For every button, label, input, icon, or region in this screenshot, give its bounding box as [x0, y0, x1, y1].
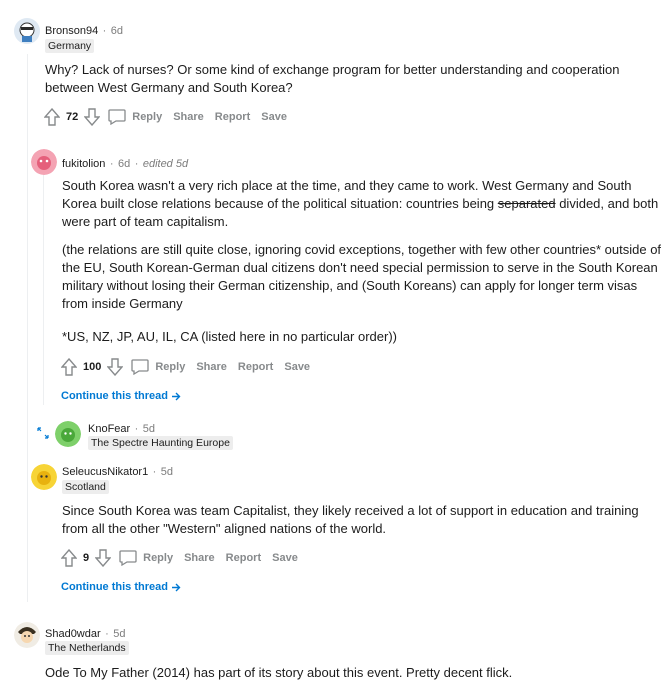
vote-score: 72: [66, 111, 79, 123]
username[interactable]: Bronson94: [45, 25, 98, 37]
comment-body: Why? Lack of nurses? Or some kind of exc…: [45, 62, 620, 95]
username[interactable]: Shad0wdar: [45, 628, 101, 640]
timestamp[interactable]: 5d: [143, 423, 155, 435]
user-flair: Scotland: [62, 480, 109, 494]
comment-bubble-icon: [119, 550, 137, 566]
thread-line[interactable]: [27, 54, 28, 602]
vote-score: 9: [83, 552, 90, 564]
user-flair: Germany: [45, 39, 95, 53]
comment-bubble-icon: [108, 109, 126, 125]
comment-bubble-icon: [131, 359, 150, 375]
comment-body: *US, NZ, JP, AU, IL, CA (listed here in …: [62, 329, 398, 344]
vote-score: 100: [83, 361, 102, 373]
reply-label: Reply: [155, 361, 186, 373]
reply-button[interactable]: Reply: [108, 109, 162, 125]
share-button[interactable]: Share: [184, 552, 215, 564]
upvote-icon[interactable]: [44, 108, 60, 126]
reply-label: Reply: [132, 111, 163, 123]
continue-thread-label: Continue this thread: [61, 390, 168, 402]
avatar[interactable]: [14, 18, 40, 44]
comment-actions: 9 Reply Share Report Save: [61, 548, 298, 568]
continue-thread-link[interactable]: Continue this thread: [61, 390, 181, 402]
avatar[interactable]: [14, 622, 40, 648]
separator: ·: [105, 628, 109, 640]
upvote-icon[interactable]: [61, 358, 77, 376]
comment-actions: 72 Reply Share Report Save: [44, 107, 287, 127]
separator: ·: [152, 466, 157, 478]
reply-button[interactable]: Reply: [119, 550, 173, 566]
arrow-right-icon: [172, 392, 181, 401]
comment-body: South Korea wasn't a very rich place at …: [62, 177, 662, 231]
upvote-icon[interactable]: [61, 549, 77, 567]
timestamp[interactable]: 6d: [118, 158, 130, 170]
edited-label: edited 5d: [142, 158, 189, 170]
downvote-icon[interactable]: [95, 549, 112, 567]
save-button[interactable]: Save: [284, 361, 310, 373]
timestamp[interactable]: 5d: [113, 628, 125, 640]
save-button[interactable]: Save: [261, 111, 287, 123]
avatar[interactable]: [31, 464, 57, 490]
downvote-icon[interactable]: [107, 358, 124, 376]
avatar[interactable]: [31, 149, 57, 175]
save-button[interactable]: Save: [272, 552, 298, 564]
strikethrough-text: separated: [497, 196, 556, 211]
downvote-icon[interactable]: [84, 108, 101, 126]
share-button[interactable]: Share: [196, 361, 227, 373]
continue-thread-label: Continue this thread: [61, 581, 168, 593]
user-flair: The Spectre Haunting Europe: [88, 436, 233, 450]
timestamp[interactable]: 5d: [161, 466, 173, 478]
share-button[interactable]: Share: [173, 111, 204, 123]
separator: ·: [134, 423, 139, 435]
separator: ·: [102, 25, 107, 37]
reply-button[interactable]: Reply: [131, 359, 185, 375]
thread-line[interactable]: [43, 175, 44, 405]
user-flair: The Netherlands: [45, 641, 129, 655]
report-button[interactable]: Report: [226, 552, 261, 564]
arrow-right-icon: [172, 583, 181, 592]
comment-body: Ode To My Father (2014) has part of its …: [45, 665, 513, 680]
separator: ·: [109, 158, 114, 170]
reply-label: Reply: [143, 552, 174, 564]
comment-body: Since South Korea was team Capitalist, t…: [62, 503, 639, 536]
report-button[interactable]: Report: [238, 361, 273, 373]
expand-icon[interactable]: [37, 427, 49, 439]
separator: ·: [134, 158, 139, 170]
report-button[interactable]: Report: [215, 111, 250, 123]
avatar[interactable]: [55, 421, 81, 447]
timestamp[interactable]: 6d: [111, 25, 123, 37]
comment-actions: 100 Reply Share Report Save: [61, 357, 310, 377]
username[interactable]: fukitolion: [62, 158, 105, 170]
comment-body: (the relations are still quite close, ig…: [62, 242, 662, 311]
continue-thread-link[interactable]: Continue this thread: [61, 581, 181, 593]
username[interactable]: SeleucusNikator1: [62, 466, 148, 478]
username[interactable]: KnoFear: [88, 423, 130, 435]
